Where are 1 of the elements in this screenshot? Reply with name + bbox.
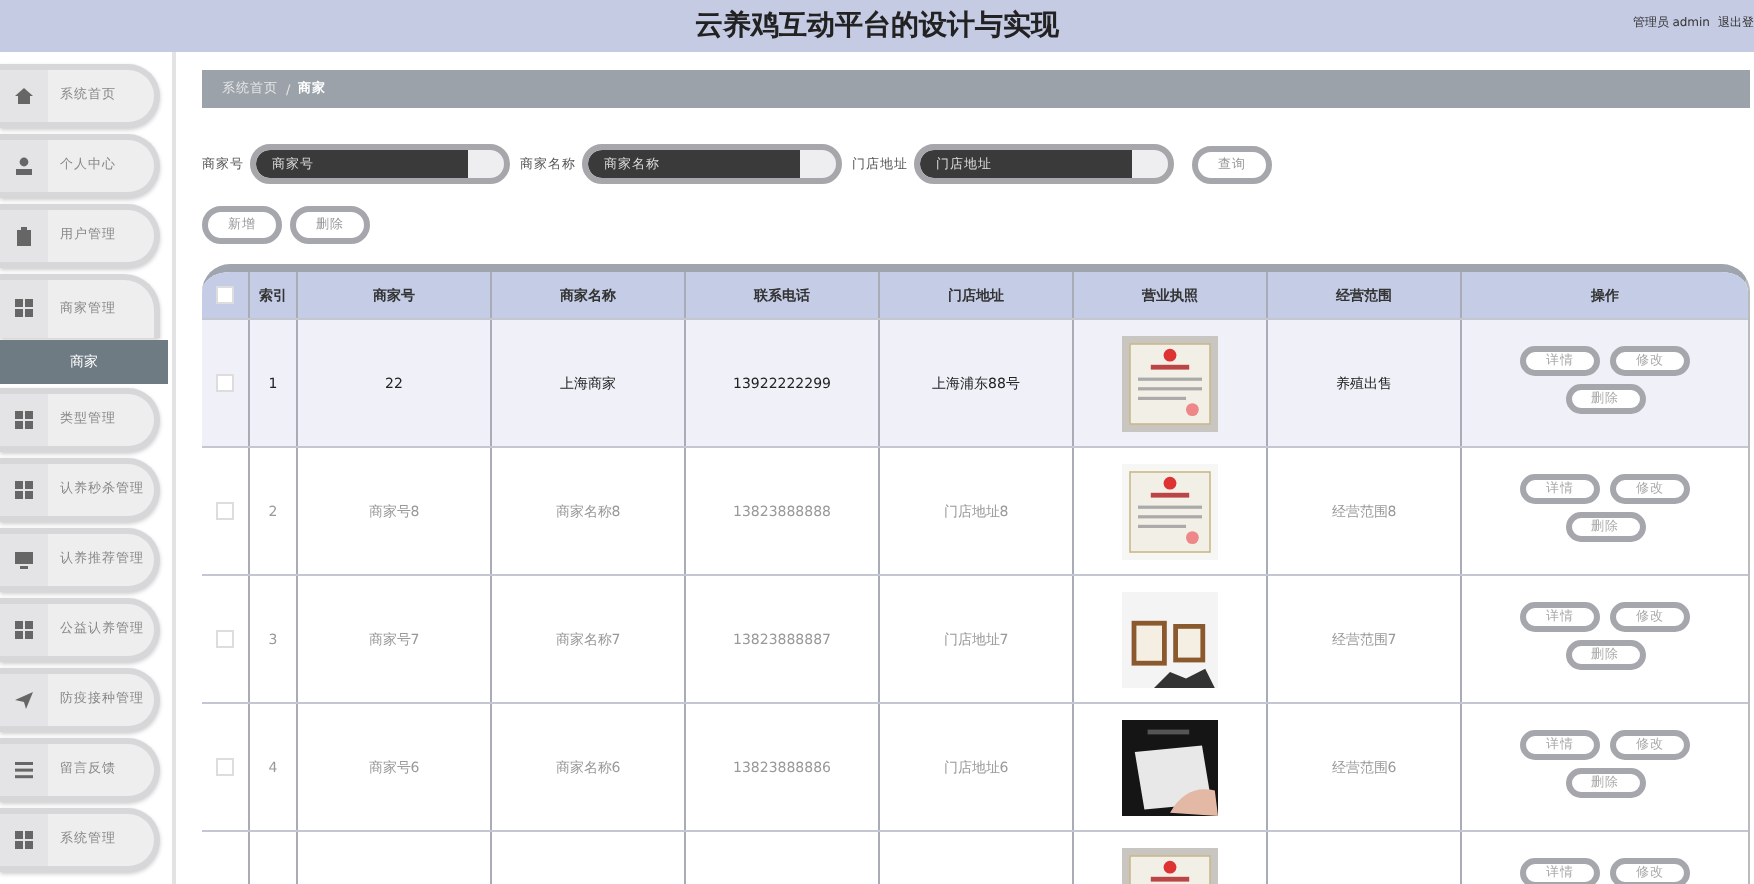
app-title: 云养鸡互动平台的设计与实现	[695, 8, 1059, 44]
